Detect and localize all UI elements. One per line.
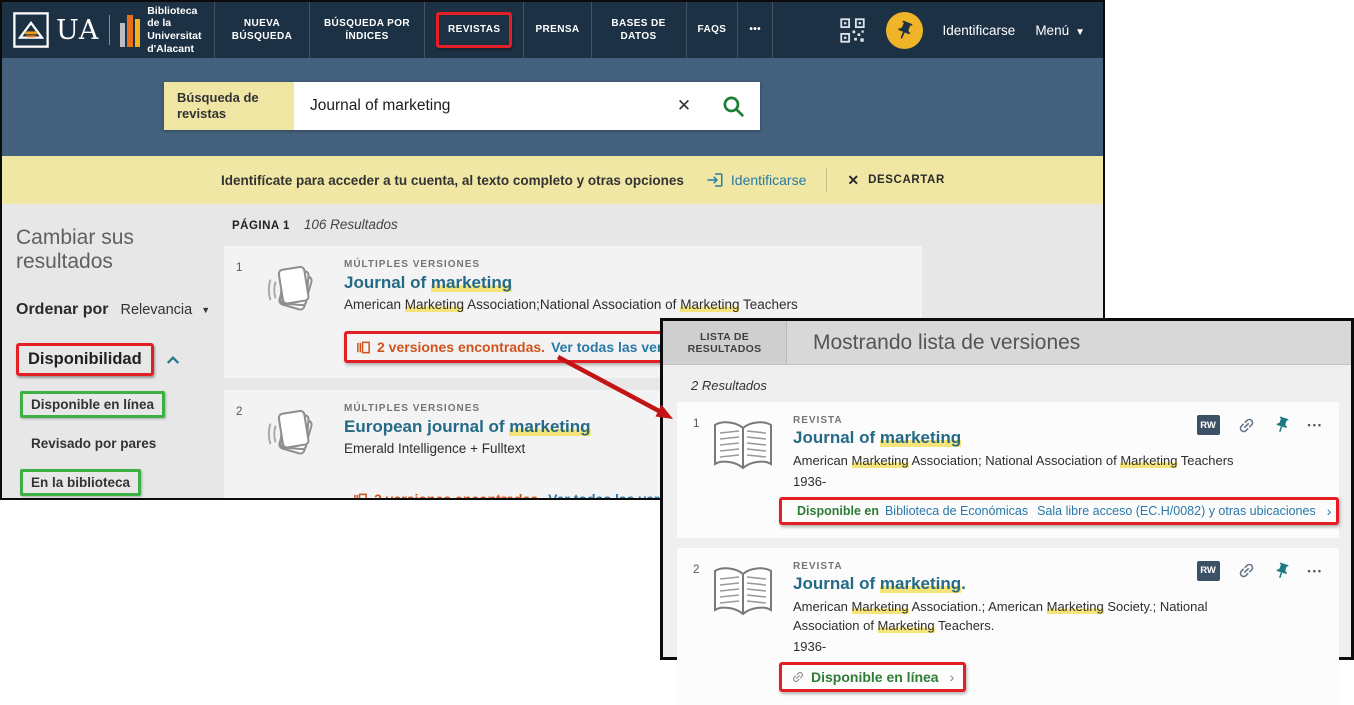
permalink-icon[interactable]	[1233, 412, 1260, 439]
sidebar-title: Cambiar sus resultados	[16, 226, 217, 274]
version-row-2: 2 REVISTA Journal of marketing. American…	[677, 548, 1339, 705]
sort-dropdown[interactable]: Relevancia ▼	[120, 302, 210, 318]
library-name: Biblioteca de la Universitat d'Alacant	[147, 5, 204, 55]
page-label: PÁGINA 1	[232, 220, 290, 232]
banner-identify-link[interactable]: Identificarse	[706, 171, 806, 189]
results-header: PÁGINA 1 106 Resultados	[217, 217, 1103, 232]
result-index: 1	[224, 259, 258, 363]
back-to-results-tab[interactable]: LISTA DE RESULTADOS	[663, 321, 787, 364]
annotation-box-revistas: REVISTAS	[436, 12, 512, 48]
facet-en-la-biblioteca[interactable]: En la biblioteca	[20, 469, 217, 496]
login-icon	[706, 171, 724, 189]
sort-label: Ordenar por	[16, 301, 108, 319]
facet-group-availability[interactable]: Disponibilidad	[16, 343, 217, 376]
qr-code-icon[interactable]	[839, 17, 866, 44]
availability-detail: Sala libre acceso (EC.H/0082) y otras ub…	[1037, 504, 1316, 518]
result-byline: American Marketing Association;National …	[344, 297, 922, 312]
record-actions: RW •••	[1197, 415, 1323, 435]
record-date: 1936-	[793, 639, 1329, 654]
dialog-results-count: 2 Resultados	[691, 378, 1351, 393]
library-books-icon	[120, 13, 140, 47]
result-index: 2	[224, 403, 258, 498]
annotation-box-disponible-en-linea: Disponible en línea	[20, 391, 165, 418]
result-type-label: MÚLTIPLES VERSIONES	[344, 259, 922, 270]
open-book-icon	[709, 563, 777, 623]
dismiss-banner-button[interactable]: ✕ DESCARTAR	[847, 172, 944, 189]
banner-message: Identifícate para acceder a tu cuenta, a…	[221, 173, 684, 188]
brand-divider	[109, 15, 110, 45]
nav-item-nueva-busqueda[interactable]: NUEVA BÚSQUEDA	[214, 2, 309, 58]
ua-logo-text: UA	[56, 15, 99, 46]
record-actions: RW •••	[1197, 561, 1323, 581]
facet-disponible-en-linea[interactable]: Disponible en línea	[20, 391, 217, 418]
nav-item-busqueda-por-indices[interactable]: BÚSQUEDA POR ÍNDICES	[309, 2, 424, 58]
nav-item-more[interactable]: •••	[737, 2, 773, 58]
online-availability-link-row[interactable]: Disponible en línea ›	[779, 662, 966, 692]
sort-caret-icon: ▼	[201, 305, 210, 315]
nav-item-bases-de-datos[interactable]: BASES DE DATOS	[591, 2, 686, 58]
menu-dropdown[interactable]: Menú▼	[1035, 23, 1085, 38]
versions-dialog: LISTA DE RESULTADOS Mostrando lista de v…	[660, 318, 1354, 660]
pushpin-icon	[890, 16, 917, 43]
version-row-1: 1 REVISTA Journal of marketing American …	[677, 402, 1339, 538]
banner-divider	[826, 168, 827, 192]
facet-revisado-por-pares[interactable]: Revisado por pares	[20, 433, 217, 454]
result-title-link[interactable]: Journal of marketing	[344, 273, 922, 293]
more-actions-icon[interactable]: •••	[1308, 420, 1323, 430]
search-band: Búsqueda de revistas ✕	[2, 58, 1103, 156]
top-navigation: UA Biblioteca de la Universitat d'Alacan…	[2, 2, 1103, 58]
record-byline: American Marketing Association.; America…	[793, 598, 1273, 636]
nav-item-prensa[interactable]: PRENSA	[523, 2, 590, 58]
versions-pages-icon	[356, 340, 371, 355]
close-icon: ✕	[847, 172, 859, 189]
permalink-icon[interactable]	[1233, 557, 1260, 584]
ua-logo[interactable]: UA	[12, 11, 99, 49]
search-box: Búsqueda de revistas ✕	[164, 82, 760, 130]
pin-record-icon[interactable]	[1270, 560, 1293, 583]
result-index: 1	[683, 415, 709, 525]
search-scope-label: Búsqueda de revistas	[164, 82, 294, 130]
stacked-cards-icon	[258, 403, 324, 469]
annotation-box-disponibilidad: Disponibilidad	[16, 343, 154, 376]
facets-sidebar: Cambiar sus resultados Ordenar por Relev…	[2, 204, 217, 498]
record-date: 1936-	[793, 474, 1329, 489]
dialog-title: Mostrando lista de versiones	[787, 321, 1080, 364]
brand-area: UA Biblioteca de la Universitat d'Alacan…	[2, 2, 214, 58]
stacked-cards-icon	[258, 259, 324, 325]
resource-type-badge: RW	[1197, 561, 1220, 581]
pinned-items-button[interactable]	[886, 12, 923, 49]
more-actions-icon[interactable]: •••	[1308, 566, 1323, 576]
pin-record-icon[interactable]	[1270, 414, 1293, 437]
collapse-chevron-icon[interactable]	[166, 355, 180, 365]
search-icon	[721, 94, 746, 119]
library-logo[interactable]: Biblioteca de la Universitat d'Alacant	[120, 5, 204, 55]
menu-caret-icon: ▼	[1075, 27, 1085, 38]
availability-library: Biblioteca de Económicas	[885, 504, 1028, 518]
open-book-icon	[709, 417, 777, 477]
record-byline: American Marketing Association; National…	[793, 452, 1273, 471]
annotation-box-en-la-biblioteca: En la biblioteca	[20, 469, 141, 496]
search-button[interactable]	[706, 82, 760, 130]
results-count: 106 Resultados	[304, 217, 398, 232]
identify-link[interactable]: Identificarse	[943, 23, 1016, 38]
ua-emblem-icon	[12, 11, 50, 49]
nav-item-faqs[interactable]: FAQS	[686, 2, 738, 58]
clear-search-icon[interactable]: ✕	[662, 82, 706, 130]
versions-pages-icon	[353, 492, 368, 499]
nav-item-revistas[interactable]: REVISTAS	[424, 2, 523, 58]
chevron-right-icon: ›	[1327, 504, 1332, 518]
nav-right-controls: Identificarse Menú▼	[839, 2, 1103, 58]
signin-banner: Identifícate para acceder a tu cuenta, a…	[2, 156, 1103, 204]
online-link-icon	[788, 667, 808, 687]
result-index: 2	[683, 561, 709, 692]
availability-link-row[interactable]: Disponible en Biblioteca de Económicas S…	[779, 497, 1339, 525]
search-input[interactable]	[294, 82, 662, 130]
resource-type-badge: RW	[1197, 415, 1220, 435]
nav-menu: NUEVA BÚSQUEDA BÚSQUEDA POR ÍNDICES REVI…	[214, 2, 773, 58]
sort-row: Ordenar por Relevancia ▼	[16, 301, 217, 319]
chevron-right-icon: ›	[950, 670, 955, 684]
dialog-header: LISTA DE RESULTADOS Mostrando lista de v…	[663, 321, 1351, 365]
